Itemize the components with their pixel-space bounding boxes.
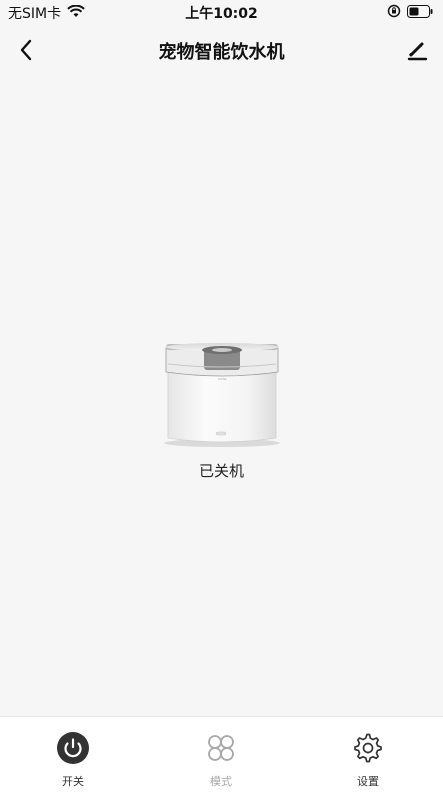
page-title: 宠物智能饮水机 xyxy=(158,42,285,63)
tab-settings[interactable]: 设置 xyxy=(328,731,408,789)
mode-icon xyxy=(204,731,238,765)
status-bar: 无SIM卡 上午10:02 xyxy=(0,0,443,24)
device-image: mohb xyxy=(162,340,282,448)
orientation-lock-icon xyxy=(387,4,401,22)
gear-icon xyxy=(351,731,385,765)
device-brand: mohb xyxy=(218,377,227,381)
edit-button[interactable] xyxy=(403,36,431,64)
status-right xyxy=(387,4,433,22)
status-left: 无SIM卡 xyxy=(8,3,85,23)
device-status: 已关机 xyxy=(198,462,244,480)
tab-mode-label: 模式 xyxy=(210,775,232,788)
wifi-icon xyxy=(67,4,85,22)
bottom-tab-bar: 开关 模式 设置 xyxy=(0,716,443,794)
tab-mode[interactable]: 模式 xyxy=(181,731,261,789)
battery-icon xyxy=(407,4,433,22)
power-icon xyxy=(56,731,90,765)
tab-power-label: 开关 xyxy=(62,775,84,788)
edit-pencil-icon xyxy=(407,42,428,61)
tab-power[interactable]: 开关 xyxy=(33,731,113,789)
carrier-label: 无SIM卡 xyxy=(8,6,62,22)
nav-bar: 宠物智能饮水机 xyxy=(0,30,443,70)
tab-settings-label: 设置 xyxy=(357,775,379,788)
